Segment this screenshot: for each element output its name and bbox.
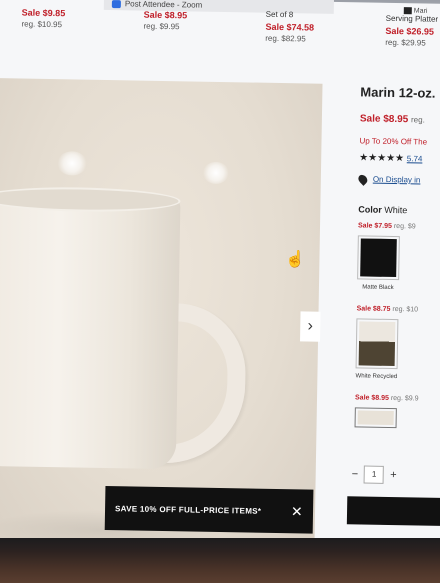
zoom-icon: [111, 0, 121, 9]
product-title: Marin 12-oz.: [360, 84, 436, 101]
related-product-1[interactable]: Sale $9.85 reg. $10.95: [21, 6, 65, 31]
monitor-bezel-and-desk: [0, 538, 440, 583]
swatch-sale-price: Sale $8.75: [356, 305, 391, 313]
product-image[interactable]: [0, 77, 323, 553]
swatch-label: Matte Black: [362, 284, 394, 292]
screen-glare: [56, 151, 88, 176]
photo-of-monitor: Post Attendee - Zoom Mari Sale $9.85 reg…: [0, 0, 440, 583]
quantity-minus-button[interactable]: −: [352, 468, 359, 480]
swatch-price: Sale $8.95 reg. $9.9: [355, 394, 440, 403]
close-icon[interactable]: ✕: [291, 503, 303, 520]
color-selector-label: Color White: [358, 204, 440, 216]
hand-cursor-icon: ☝: [285, 251, 306, 269]
swatch-sale-price: Sale $7.95: [357, 222, 392, 230]
swatch-sale-price: Sale $8.95: [354, 394, 389, 402]
related-title: Serving Platter: [385, 13, 439, 24]
color-swatch-white[interactable]: [354, 407, 397, 429]
quantity-input[interactable]: 1: [363, 465, 385, 484]
related-reg-price: reg. $29.95: [385, 37, 426, 48]
location-pin-icon: [356, 173, 370, 186]
screen-glare: [202, 161, 230, 185]
carousel-next-button[interactable]: ›: [300, 311, 321, 342]
related-reg-price: reg. $10.95: [21, 19, 63, 30]
mug-body: [0, 195, 181, 470]
swatch-reg-price: reg. $9.9: [390, 394, 419, 403]
swatch-price: Sale $7.95 reg. $9: [358, 222, 440, 231]
product-details: Marin 12-oz. Sale $8.95 reg. Up To 20% O…: [354, 84, 440, 429]
selected-color: White: [384, 204, 408, 216]
related-sale-price: Sale $26.95: [385, 25, 435, 37]
quantity-stepper: − 1 +: [352, 464, 422, 485]
related-product-3[interactable]: Set of 8 Sale $74.58 reg. $82.95: [265, 9, 314, 46]
rating: ★★★★★ 5.74: [359, 152, 440, 165]
related-product-4[interactable]: Serving Platter Sale $26.95 reg. $29.95: [385, 13, 438, 50]
swatch-fill: [357, 410, 394, 426]
related-products-strip: Sale $9.85 reg. $10.95 Sale $8.95 reg. $…: [0, 6, 440, 54]
add-to-cart-button[interactable]: [346, 496, 440, 526]
quantity-plus-button[interactable]: +: [390, 469, 397, 481]
promo-banner-text: SAVE 10% OFF FULL-PRICE ITEMS*: [115, 503, 262, 516]
related-sale-price: Sale $9.85: [21, 7, 66, 19]
swatch-reg-price: reg. $9: [393, 223, 416, 231]
store-display-link[interactable]: On Display in: [356, 173, 440, 186]
color-swatch-matte-black[interactable]: [357, 235, 400, 281]
swatch-label: White Recycled: [355, 373, 398, 381]
color-swatch-white-recycled[interactable]: [355, 318, 399, 370]
related-sale-price: Sale $74.58: [265, 21, 315, 33]
product-price: Sale $8.95 reg.: [360, 113, 440, 126]
promo-banner[interactable]: SAVE 10% OFF FULL-PRICE ITEMS* ✕: [104, 486, 314, 534]
swatch-fill: [358, 321, 396, 367]
related-title: Set of 8: [265, 9, 294, 20]
color-label: Color: [358, 204, 382, 215]
related-reg-price: reg. $9.95: [143, 21, 180, 32]
reviews-link[interactable]: 5.74: [407, 154, 423, 163]
store-display-text: On Display in: [372, 174, 421, 185]
related-sale-price: Sale $8.95: [143, 9, 188, 21]
related-reg-price: reg. $82.95: [265, 33, 306, 44]
swatch-price: Sale $8.75 reg. $10: [357, 305, 440, 314]
swatch-fill: [360, 238, 397, 278]
swatch-reg-price: reg. $10: [392, 306, 419, 314]
product-sale-price: Sale $8.95: [359, 113, 409, 126]
star-rating-icon: ★★★★★: [359, 152, 405, 165]
promo-text[interactable]: Up To 20% Off The: [359, 136, 440, 147]
product-reg-price: reg.: [410, 115, 425, 125]
related-product-2[interactable]: Sale $8.95 reg. $9.95: [143, 9, 187, 34]
browser-screen: Post Attendee - Zoom Mari Sale $9.85 reg…: [0, 0, 440, 553]
